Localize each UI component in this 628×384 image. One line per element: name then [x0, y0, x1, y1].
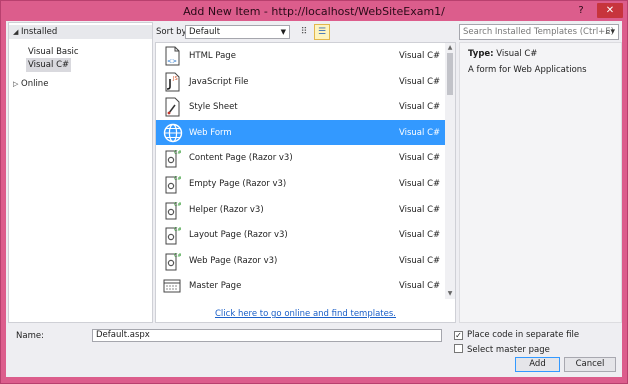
razor-page-icon: C#: [163, 174, 182, 194]
template-item[interactable]: C# Content Page (Razor v3) Visual C#: [156, 145, 445, 171]
globe-icon: [163, 123, 183, 143]
template-item[interactable]: <> HTML Page Visual C#: [156, 43, 445, 69]
add-button[interactable]: Add: [515, 357, 560, 372]
template-name: Layout Page (Razor v3): [189, 230, 288, 241]
sort-dropdown[interactable]: Default ▼: [185, 25, 290, 39]
template-language: Visual C#: [399, 230, 441, 241]
template-item[interactable]: JS JavaScript File Visual C#: [156, 69, 445, 95]
master-page-checkbox[interactable]: [454, 344, 463, 353]
tree-node-visual-csharp[interactable]: Visual C#: [26, 58, 72, 72]
style-sheet-icon: [163, 97, 181, 117]
type-label: Type:: [468, 49, 494, 59]
template-name: Content Page (Razor v3): [189, 153, 293, 164]
title-bar: Add New Item - http://localhost/WebSiteE…: [1, 1, 627, 23]
template-name: HTML Page: [189, 51, 236, 61]
search-input[interactable]: Search Installed Templates (Ctrl+E) ⌕▾: [459, 24, 619, 40]
cancel-button[interactable]: Cancel: [564, 357, 616, 372]
template-list-scrollbar[interactable]: ▲ ▼: [445, 43, 455, 299]
master-page-option[interactable]: Select master page: [454, 344, 550, 355]
close-button[interactable]: ✕: [597, 3, 623, 18]
type-value: Visual C#: [496, 49, 538, 59]
dropdown-arrow-icon: ▼: [280, 28, 286, 36]
razor-page-icon: C#: [163, 225, 182, 245]
details-type: Type: Visual C#: [468, 49, 537, 59]
tree-node-online[interactable]: ▷ Online: [13, 77, 48, 91]
tree-node-label: Online: [21, 79, 49, 89]
sort-value: Default: [189, 27, 221, 37]
template-item[interactable]: C# Empty Page (Razor v3) Visual C#: [156, 171, 445, 197]
template-language: Visual C#: [399, 153, 441, 164]
name-field[interactable]: Default.aspx: [92, 329, 442, 342]
template-language: Visual C#: [399, 127, 441, 138]
svg-text:C#: C#: [174, 150, 181, 156]
template-language: Visual C#: [399, 76, 441, 87]
name-label: Name:: [16, 331, 44, 341]
svg-text:C#: C#: [174, 227, 181, 233]
svg-text:C#: C#: [174, 202, 181, 208]
separate-file-checkbox[interactable]: ✓: [454, 331, 463, 340]
dialog-title: Add New Item - http://localhost/WebSiteE…: [183, 5, 445, 18]
category-tree: ◢ Installed Visual Basic Visual C# ▷ Onlin…: [8, 22, 153, 323]
dialog-body: ◢ Installed Visual Basic Visual C# ▷ Onlin…: [6, 21, 622, 377]
template-list-items: <> HTML Page Visual C# JS JavaScript File Vis…: [156, 43, 445, 299]
tree-node-installed[interactable]: ◢ Installed: [9, 25, 152, 39]
details-pane: Type: Visual C# A form for Web Applicati…: [459, 42, 622, 323]
find-templates-online-link[interactable]: Click here to go online and find templat…: [156, 309, 455, 319]
sort-label: Sort by:: [156, 27, 189, 37]
template-item[interactable]: Master Page Visual C#: [156, 273, 445, 299]
template-name: Master Page: [189, 281, 242, 292]
template-language: Visual C#: [399, 255, 441, 266]
razor-page-icon: C#: [163, 148, 182, 168]
tree-node-visual-basic[interactable]: Visual Basic: [28, 45, 79, 59]
svg-text:JS: JS: [172, 76, 178, 82]
add-new-item-dialog: Add New Item - http://localhost/WebSiteE…: [0, 0, 628, 384]
razor-page-icon: C#: [163, 251, 182, 271]
medium-icons-view-icon[interactable]: ⠿: [297, 25, 311, 39]
scroll-up-icon[interactable]: ▲: [445, 44, 455, 51]
master-page-label: Select master page: [467, 345, 550, 355]
template-item[interactable]: C# Layout Page (Razor v3) Visual C#: [156, 222, 445, 248]
template-item[interactable]: C# Helper (Razor v3) Visual C#: [156, 197, 445, 223]
search-icon[interactable]: ⌕▾: [605, 25, 615, 39]
master-page-icon: [163, 276, 181, 296]
svg-text:<>: <>: [167, 58, 177, 65]
template-name: JavaScript File: [189, 76, 249, 87]
razor-page-icon: C#: [163, 200, 182, 220]
template-item[interactable]: C# Web Page (Razor v3) Visual C#: [156, 248, 445, 274]
expand-down-icon[interactable]: ◢: [13, 25, 21, 39]
template-name: Empty Page (Razor v3): [189, 179, 287, 189]
html-page-icon: <>: [163, 46, 181, 66]
separate-file-option[interactable]: ✓ Place code in separate file: [454, 330, 579, 340]
search-placeholder: Search Installed Templates (Ctrl+E): [463, 27, 614, 37]
template-language: Visual C#: [399, 281, 441, 292]
tree-node-label: Installed: [21, 27, 58, 37]
details-description: A form for Web Applications: [468, 65, 587, 75]
template-language: Visual C#: [399, 51, 441, 61]
template-list: <> HTML Page Visual C# JS JavaScript File Vis…: [155, 42, 456, 323]
details-view-icon[interactable]: ☰: [314, 24, 330, 40]
template-language: Visual C#: [399, 102, 441, 113]
template-name: Helper (Razor v3): [189, 204, 264, 215]
template-item[interactable]: Web Form Visual C#: [156, 119, 445, 146]
svg-text:C#: C#: [174, 176, 181, 182]
help-button[interactable]: ?: [573, 4, 589, 18]
scroll-down-icon[interactable]: ▼: [445, 290, 455, 297]
javascript-file-icon: JS: [163, 72, 181, 92]
expand-right-icon[interactable]: ▷: [13, 77, 21, 91]
template-language: Visual C#: [399, 204, 441, 215]
template-name: Web Page (Razor v3): [189, 255, 278, 266]
template-name: Style Sheet: [189, 102, 238, 113]
scroll-thumb[interactable]: [447, 53, 453, 95]
template-language: Visual C#: [399, 179, 441, 189]
svg-text:C#: C#: [174, 253, 181, 259]
template-name: Web Form: [189, 127, 232, 138]
separate-file-label: Place code in separate file: [467, 330, 580, 340]
template-item[interactable]: Style Sheet Visual C#: [156, 94, 445, 120]
